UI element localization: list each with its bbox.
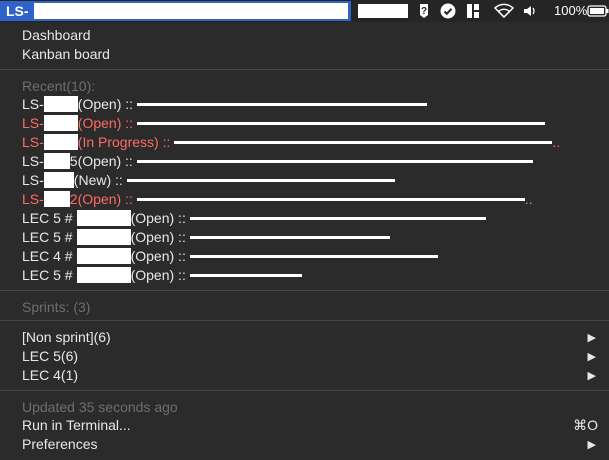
- recent-header: Recent(10):: [22, 78, 96, 94]
- item-status: (Open) ::: [130, 229, 186, 245]
- item-prefix: LS-: [22, 172, 44, 188]
- recent-item[interactable]: LS- (Open) ::: [22, 114, 546, 132]
- item-status: 2(Open) ::: [69, 191, 133, 207]
- submenu-arrow-icon: ▶: [587, 331, 596, 344]
- redacted-title: [137, 97, 428, 111]
- menu-item-label: [Non sprint](6): [22, 329, 111, 345]
- redacted-block: [43, 172, 74, 188]
- item-status: 5(Open) ::: [69, 153, 133, 169]
- question-badge-icon[interactable]: ?: [416, 3, 432, 19]
- menu-item-label: LEC 5(6): [22, 348, 79, 364]
- recent-item[interactable]: LEC 5 # (Open) ::: [22, 209, 486, 227]
- item-status: (Open) ::: [130, 267, 186, 283]
- redacted-title: [126, 173, 395, 187]
- item-status: (Open) ::: [130, 210, 186, 226]
- item-prefix: LEC 5 #: [22, 229, 73, 245]
- redacted-title: [189, 211, 486, 225]
- redacted-block: [43, 134, 78, 150]
- menu-item-label: LEC 4(1): [22, 367, 79, 383]
- recent-item[interactable]: LS- (Open) ::: [22, 95, 428, 113]
- battery-icon[interactable]: [587, 3, 609, 19]
- item-prefix: LS-: [22, 191, 44, 207]
- shortcut-label: ⌘O: [573, 416, 598, 433]
- menu-item-label: Dashboard: [22, 27, 91, 43]
- svg-text:?: ?: [421, 6, 427, 17]
- menu-item-label: Kanban board: [22, 46, 110, 62]
- redacted-title: [136, 154, 533, 168]
- redacted-block: [43, 153, 70, 169]
- menubar-active-item[interactable]: LS-: [0, 1, 351, 21]
- menu-item-label: Preferences: [22, 436, 98, 452]
- menu-item-label: Run in Terminal...: [22, 417, 131, 433]
- recent-item[interactable]: LEC 4 # (Open) ::: [22, 247, 438, 265]
- recent-item[interactable]: LS- (In Progress) :: ..: [22, 133, 560, 151]
- sprints-header: Sprints: (3): [22, 299, 91, 315]
- sprint-item-non-sprint[interactable]: [Non sprint](6) ▶: [22, 328, 596, 346]
- redacted-block: [34, 3, 348, 19]
- sprint-item-lec-5[interactable]: LEC 5(6) ▶: [22, 347, 596, 365]
- menu-bar: LS- ? 100%: [0, 0, 609, 22]
- recent-item[interactable]: LEC 5 # (Open) ::: [22, 266, 302, 284]
- redacted-title: [174, 135, 553, 149]
- menu-separator: [0, 290, 609, 291]
- columns-icon[interactable]: [465, 3, 481, 19]
- item-prefix: LEC 5 #: [22, 267, 73, 283]
- check-circle-icon[interactable]: [440, 3, 456, 19]
- redacted-title: [137, 116, 546, 130]
- item-status: (In Progress) ::: [77, 134, 171, 150]
- volume-icon[interactable]: [522, 3, 538, 19]
- submenu-arrow-icon: ▶: [587, 438, 596, 451]
- menu-item-kanban-board[interactable]: Kanban board: [22, 45, 110, 63]
- redacted-block: [43, 96, 78, 112]
- recent-item[interactable]: LEC 5 # (Open) ::: [22, 228, 390, 246]
- menu-item-dashboard[interactable]: Dashboard: [22, 26, 91, 44]
- redacted-title: [189, 249, 438, 263]
- redacted-block: [76, 229, 131, 245]
- item-status: (Open) ::: [130, 248, 186, 264]
- redacted-block: [76, 210, 131, 226]
- wifi-icon[interactable]: [494, 3, 514, 19]
- item-status: (New) ::: [73, 172, 123, 188]
- item-prefix: LS-: [22, 153, 44, 169]
- item-prefix: LEC 4 #: [22, 248, 73, 264]
- redacted-block: [43, 191, 70, 207]
- item-prefix: LS-: [22, 134, 44, 150]
- menubar-active-label: LS-: [6, 3, 29, 19]
- updated-status: Updated 35 seconds ago: [22, 399, 178, 415]
- menu-item-run-in-terminal[interactable]: Run in Terminal... ⌘O: [22, 416, 598, 434]
- redacted-title: [189, 268, 302, 282]
- recent-item[interactable]: LS- (New) ::: [22, 171, 395, 189]
- item-prefix: LS-: [22, 115, 44, 131]
- redacted-block: [76, 267, 131, 283]
- item-prefix: LS-: [22, 96, 44, 112]
- recent-item[interactable]: LS- 5(Open) ::: [22, 152, 533, 170]
- menu-separator: [0, 390, 609, 391]
- menu-separator: [0, 69, 609, 70]
- redacted-block: [43, 115, 78, 131]
- redacted-title: [136, 192, 525, 206]
- submenu-arrow-icon: ▶: [587, 350, 596, 363]
- menu-separator: [0, 320, 609, 321]
- redacted-title: [189, 230, 390, 244]
- recent-item[interactable]: LS- 2(Open) :: ..: [22, 190, 533, 208]
- item-ellipsis: ..: [552, 134, 561, 150]
- item-status: (Open) ::: [77, 96, 134, 112]
- redacted-block: [358, 4, 408, 18]
- menu-item-preferences[interactable]: Preferences ▶: [22, 435, 596, 453]
- redacted-block: [76, 248, 131, 264]
- item-status: (Open) ::: [77, 115, 134, 131]
- battery-percent: 100%: [554, 3, 588, 18]
- sprint-item-lec-4[interactable]: LEC 4(1) ▶: [22, 366, 596, 384]
- item-prefix: LEC 5 #: [22, 210, 73, 226]
- item-ellipsis: ..: [524, 191, 533, 207]
- submenu-arrow-icon: ▶: [587, 369, 596, 382]
